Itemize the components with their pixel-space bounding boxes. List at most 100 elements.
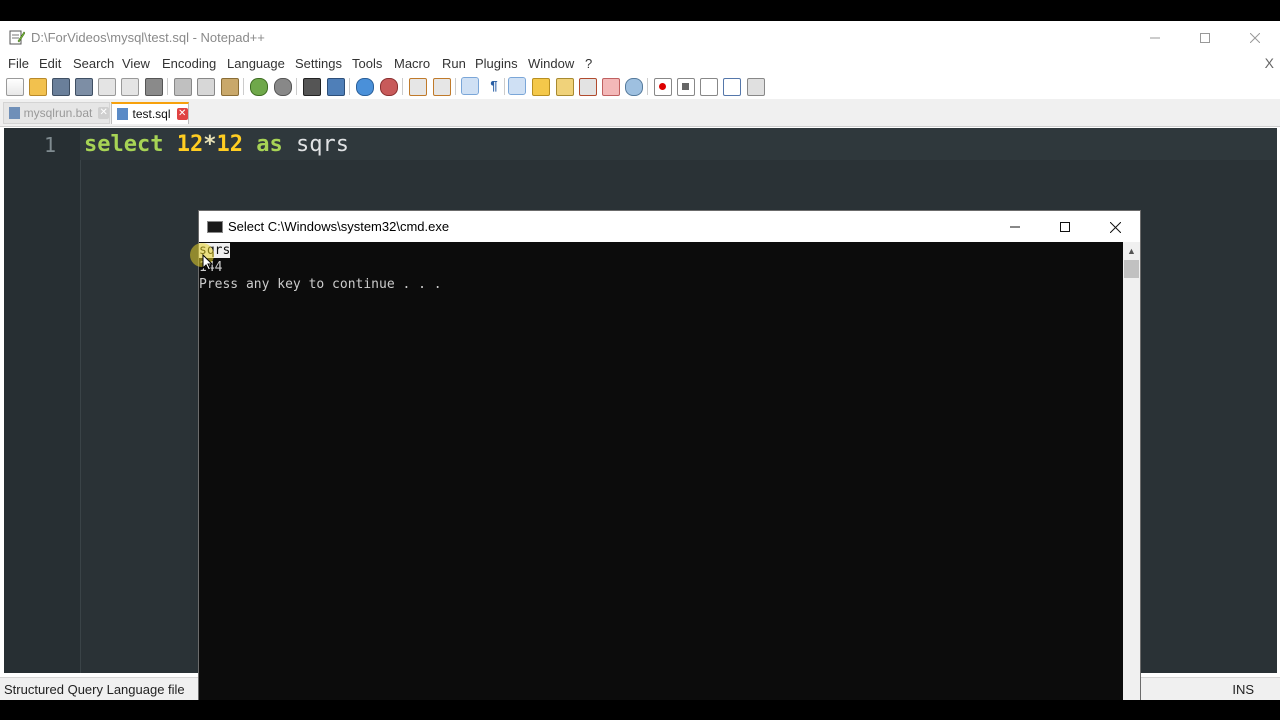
code-line: select 12*12 as sqrs: [84, 132, 349, 157]
cmd-app-icon: [207, 221, 223, 233]
maximize-icon: [1200, 33, 1210, 43]
folder-icon[interactable]: [602, 78, 620, 96]
new-file-icon[interactable]: [6, 78, 24, 96]
scroll-thumb[interactable]: [1124, 260, 1139, 278]
cmd-maximize-button[interactable]: [1042, 214, 1088, 240]
cmd-title-bar[interactable]: Select C:\Windows\system32\cmd.exe: [199, 211, 1140, 242]
cmd-window-title: Select C:\Windows\system32\cmd.exe: [228, 219, 450, 234]
menu-file[interactable]: File: [8, 56, 29, 71]
find-icon[interactable]: [303, 78, 321, 96]
menu-run[interactable]: Run: [442, 56, 466, 71]
word-wrap-icon[interactable]: [461, 77, 479, 95]
menu-help[interactable]: ?: [585, 56, 592, 71]
replace-icon[interactable]: [327, 78, 345, 96]
menu-macro[interactable]: Macro: [394, 56, 430, 71]
zoom-out-icon[interactable]: [380, 78, 398, 96]
menu-settings[interactable]: Settings: [295, 56, 342, 71]
line-number: 1: [43, 133, 56, 157]
mouse-pointer-icon: [202, 254, 214, 271]
cmd-window: Select C:\Windows\system32\cmd.exe sqrs …: [198, 210, 1141, 700]
number-literal: 12: [176, 132, 204, 157]
line-number-gutter: 1: [4, 128, 81, 673]
toolbar-separator: [402, 78, 403, 95]
run-macro-multiple-icon[interactable]: [723, 78, 741, 96]
toolbar-separator: [349, 78, 350, 95]
minimize-button[interactable]: [1132, 25, 1178, 51]
vertical-scrollbar[interactable]: ▲: [1123, 242, 1140, 700]
zoom-in-icon[interactable]: [356, 78, 374, 96]
file-icon: [9, 107, 20, 119]
identifier: sqrs: [295, 132, 349, 157]
save-icon[interactable]: [52, 78, 70, 96]
stop-macro-icon[interactable]: [677, 78, 695, 96]
toolbar-separator: [647, 78, 648, 95]
cmd-close-button[interactable]: [1092, 214, 1138, 240]
save-macro-icon[interactable]: [747, 78, 765, 96]
menu-language[interactable]: Language: [227, 56, 285, 71]
maximize-button[interactable]: [1182, 25, 1228, 51]
cmd-minimize-button[interactable]: [992, 214, 1038, 240]
tab-close-icon[interactable]: ✕: [176, 108, 188, 120]
minimize-icon: [1010, 226, 1020, 228]
close-all-icon[interactable]: [121, 78, 139, 96]
keyword-as: as: [256, 132, 283, 157]
indent-guide-icon[interactable]: [508, 77, 526, 95]
copy-icon[interactable]: [197, 78, 215, 96]
menu-tools[interactable]: Tools: [352, 56, 382, 71]
toolbar-separator: [167, 78, 168, 95]
menu-plugins[interactable]: Plugins: [475, 56, 518, 71]
close-icon: [1109, 221, 1121, 233]
record-macro-icon[interactable]: [654, 78, 672, 96]
tab-test-sql[interactable]: test.sql ✕: [111, 102, 189, 124]
toolbar-separator: [455, 78, 456, 95]
print-icon[interactable]: [145, 78, 163, 96]
save-all-icon[interactable]: [75, 78, 93, 96]
folder-as-workspace-icon[interactable]: [532, 78, 550, 96]
play-macro-icon[interactable]: [700, 78, 718, 96]
toolbar-separator: [504, 78, 505, 95]
undo-icon[interactable]: [250, 78, 268, 96]
monitoring-icon[interactable]: [625, 78, 643, 96]
operator: *: [203, 132, 217, 157]
number-literal: 12: [216, 132, 243, 157]
toolbar-separator: [243, 78, 244, 95]
window-title: D:\ForVideos\mysql\test.sql - Notepad++: [31, 30, 265, 45]
tab-bar: mysqlrun.bat ✕ test.sql ✕: [0, 99, 1280, 127]
close-document-icon[interactable]: X: [1265, 55, 1274, 71]
menu-encoding[interactable]: Encoding: [162, 56, 216, 71]
tab-close-icon[interactable]: ✕: [98, 107, 109, 119]
maximize-icon: [1060, 222, 1070, 232]
close-icon: [1250, 33, 1260, 43]
redo-icon[interactable]: [274, 78, 292, 96]
console-line: Press any key to continue . . .: [199, 277, 442, 292]
menu-bar: File Edit Search View Encoding Language …: [0, 53, 1280, 74]
file-icon: [117, 108, 129, 120]
menu-search[interactable]: Search: [73, 56, 114, 71]
toolbar: ¶: [0, 74, 1280, 98]
menu-window[interactable]: Window: [528, 56, 574, 71]
keyword-select: select: [84, 132, 164, 157]
cut-icon[interactable]: [174, 78, 192, 96]
notepadpp-app-icon: [9, 30, 25, 45]
document-map-icon[interactable]: [556, 78, 574, 96]
tab-mysqlrun-bat[interactable]: mysqlrun.bat ✕: [3, 102, 110, 124]
sync-vertical-icon[interactable]: [409, 78, 427, 96]
paste-icon[interactable]: [221, 78, 239, 96]
status-insert-mode: INS: [1232, 682, 1254, 697]
status-file-type: Structured Query Language file: [4, 682, 185, 697]
show-all-characters-icon[interactable]: ¶: [486, 78, 502, 94]
title-bar: D:\ForVideos\mysql\test.sql - Notepad++: [0, 21, 1280, 53]
console-output[interactable]: sqrs 144 Press any key to continue . . .: [199, 242, 1123, 700]
minimize-icon: [1150, 37, 1160, 39]
scroll-up-icon[interactable]: ▲: [1123, 242, 1140, 259]
menu-edit[interactable]: Edit: [39, 56, 61, 71]
close-file-icon[interactable]: [98, 78, 116, 96]
close-button[interactable]: [1232, 25, 1278, 51]
menu-view[interactable]: View: [122, 56, 150, 71]
toolbar-separator: [296, 78, 297, 95]
function-list-icon[interactable]: [579, 78, 597, 96]
tab-label: mysqlrun.bat: [23, 106, 93, 120]
tab-label: test.sql: [132, 107, 171, 121]
sync-horizontal-icon[interactable]: [433, 78, 451, 96]
open-file-icon[interactable]: [29, 78, 47, 96]
